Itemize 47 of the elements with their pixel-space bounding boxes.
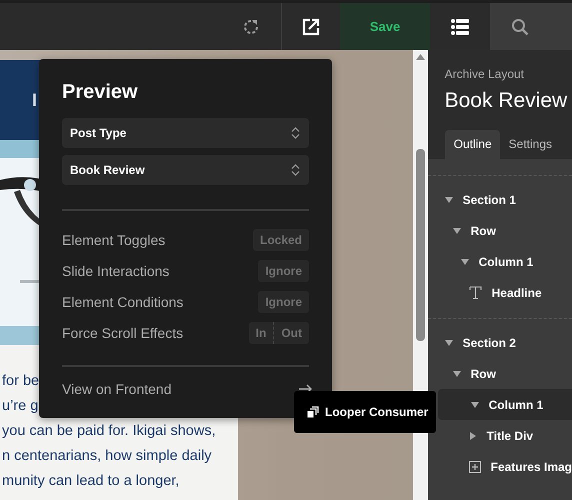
option-label: Element Toggles: [62, 232, 166, 248]
option-label: Element Conditions: [62, 294, 184, 310]
caret-icon[interactable]: [460, 258, 469, 266]
save-button[interactable]: Save: [340, 3, 430, 50]
tree-item[interactable]: Row: [428, 358, 572, 389]
caret-icon[interactable]: [468, 432, 477, 440]
tree-item[interactable]: Section 2: [428, 327, 572, 358]
caret-icon[interactable]: [470, 400, 479, 408]
body-text: for be: [2, 372, 40, 391]
option-label: Slide Interactions: [62, 262, 170, 278]
tab[interactable]: Outline: [444, 130, 500, 159]
option-label: Force Scroll Effects: [62, 324, 184, 340]
view-frontend-link[interactable]: View on Frontend: [62, 381, 172, 397]
caret-icon[interactable]: [452, 226, 461, 234]
tree-item[interactable]: Section 1: [428, 184, 572, 215]
arrow-right-icon[interactable]: [299, 384, 313, 394]
body-text: u’re g: [2, 397, 38, 416]
select-field[interactable]: Post Type: [62, 118, 309, 148]
tree-item[interactable]: Headline: [428, 277, 572, 308]
text-icon: [468, 286, 482, 299]
body-text: n centenarians, how simple daily: [2, 447, 212, 466]
chevron-icon: [291, 164, 300, 176]
caret-icon[interactable]: [444, 196, 453, 204]
tree-item[interactable]: Row: [428, 215, 572, 246]
external-link-icon[interactable]: [302, 18, 320, 36]
page-title: I: [32, 90, 38, 110]
layout-type: Archive Layout: [444, 67, 526, 81]
body-text: munity can lead to a longer,: [2, 472, 180, 491]
looper-tooltip: Looper Consumer: [294, 391, 436, 433]
tree-item[interactable]: Features Imag: [428, 451, 572, 482]
caret-icon[interactable]: [444, 338, 453, 346]
select-field[interactable]: Book Review: [62, 155, 309, 185]
search-icon[interactable]: [511, 18, 529, 36]
caret-icon[interactable]: [452, 370, 461, 378]
list-icon[interactable]: [451, 18, 469, 34]
layout-title: Book Review: [444, 89, 568, 113]
tree-item[interactable]: Column 1: [428, 246, 572, 277]
scroll-up-icon[interactable]: [416, 54, 425, 60]
tab[interactable]: Settings: [500, 130, 560, 159]
tree-item[interactable]: Column 1: [438, 389, 572, 420]
scrollbar-thumb[interactable]: [416, 149, 425, 341]
popover-title: Preview: [62, 81, 139, 104]
chevron-icon: [291, 127, 300, 139]
body-text: you can be paid for. Ikigai shows,: [2, 422, 216, 441]
refresh-icon[interactable]: [242, 18, 260, 36]
plus-box-icon: [468, 460, 481, 472]
stack-icon: [307, 406, 319, 418]
